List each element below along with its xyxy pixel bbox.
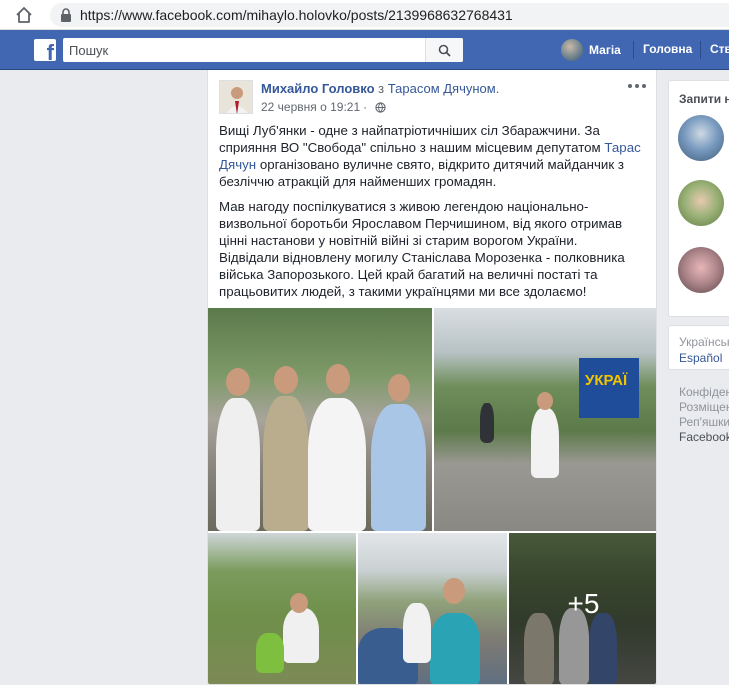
more-photos-count[interactable]: +5 bbox=[509, 588, 656, 620]
friend-requests-title[interactable]: Запити на bbox=[679, 92, 729, 106]
nav-profile-link[interactable]: Магіа bbox=[561, 39, 621, 61]
search-input[interactable] bbox=[63, 38, 425, 62]
home-icon[interactable] bbox=[14, 5, 34, 25]
url-text: https://www.facebook.com/mihaylo.holovko… bbox=[80, 7, 513, 23]
banner: УКРАЇ bbox=[579, 358, 639, 418]
nav-home-link[interactable]: Головна bbox=[643, 42, 692, 56]
lock-icon bbox=[61, 8, 71, 22]
browser-toolbar: https://www.facebook.com/mihaylo.holovko… bbox=[0, 0, 729, 30]
more-options-icon[interactable] bbox=[628, 84, 646, 90]
post-photo-1[interactable] bbox=[208, 308, 432, 531]
friend-request-avatar[interactable] bbox=[678, 247, 724, 293]
avatar bbox=[561, 39, 583, 61]
post-paragraph-2: Мав нагоду поспілкуватися з живою легенд… bbox=[219, 199, 623, 248]
author-avatar[interactable] bbox=[219, 80, 253, 114]
tagged-person[interactable]: Тарасом Дячуном. bbox=[388, 81, 500, 96]
nav-divider bbox=[633, 41, 634, 59]
with-label: з bbox=[378, 81, 385, 96]
search-button[interactable] bbox=[425, 38, 463, 62]
language-current: Українськ bbox=[679, 335, 729, 349]
post-paragraph-3: Відвідали відновлену могилу Станіслава М… bbox=[219, 250, 625, 299]
post-meta: 22 червня о 19:21 · bbox=[261, 100, 386, 114]
language-option[interactable]: Español bbox=[679, 351, 722, 365]
search-box bbox=[63, 38, 463, 62]
nav-divider bbox=[700, 41, 701, 59]
post-photo-2[interactable]: УКРАЇ bbox=[434, 308, 656, 531]
post-card: Михайло Головко з Тарасом Дячуном. 22 че… bbox=[207, 70, 657, 685]
date-separator: · bbox=[363, 100, 368, 114]
post-paragraph-1: Вищі Луб'янки - одне з найпатріотичніших… bbox=[219, 123, 641, 189]
globe-icon[interactable] bbox=[375, 101, 386, 113]
search-icon bbox=[438, 44, 451, 57]
post-author-line: Михайло Головко з Тарасом Дячуном. bbox=[261, 81, 499, 96]
post-photo-4[interactable] bbox=[358, 533, 507, 684]
friend-request-avatar[interactable] bbox=[678, 180, 724, 226]
post-date[interactable]: 22 червня о 19:21 bbox=[261, 100, 360, 114]
nav-create-link[interactable]: Ств bbox=[710, 42, 729, 56]
language-panel: Українськ Español bbox=[668, 325, 729, 370]
nav-user-name: Магіа bbox=[589, 43, 621, 57]
footer-link[interactable]: Реп'яшки bbox=[679, 415, 729, 430]
facebook-logo[interactable]: f bbox=[34, 39, 56, 61]
post-photo-3[interactable] bbox=[208, 533, 356, 684]
footer-links: Конфіден Розміщен Реп'яшки Facebook bbox=[679, 385, 729, 445]
facebook-header: f Магіа Головна Ств bbox=[0, 30, 729, 70]
friend-requests-panel: Запити на bbox=[668, 80, 729, 317]
post-text: Вищі Луб'янки - одне з найпатріотичніших… bbox=[219, 122, 649, 308]
address-bar[interactable]: https://www.facebook.com/mihaylo.holovko… bbox=[50, 3, 729, 27]
author-name[interactable]: Михайло Головко bbox=[261, 81, 375, 96]
footer-copyright: Facebook bbox=[679, 430, 729, 444]
footer-link[interactable]: Розміщен bbox=[679, 400, 729, 415]
friend-request-avatar[interactable] bbox=[678, 115, 724, 161]
post-photo-5[interactable]: +5 bbox=[509, 533, 656, 684]
footer-link[interactable]: Конфіден bbox=[679, 385, 729, 400]
